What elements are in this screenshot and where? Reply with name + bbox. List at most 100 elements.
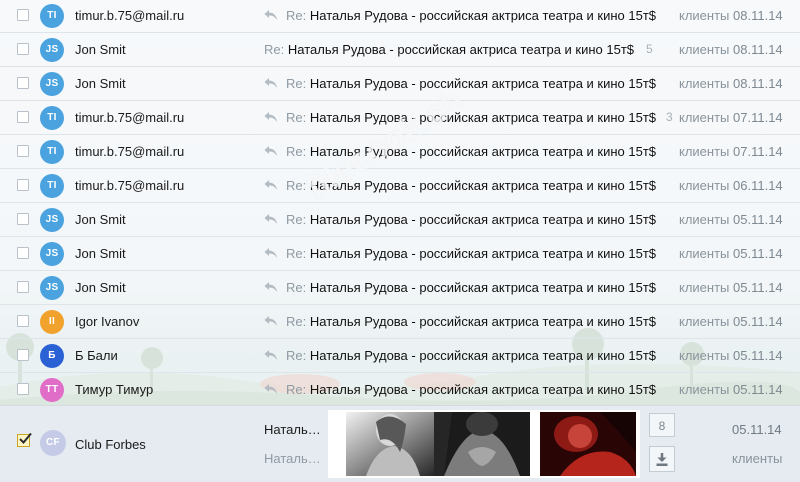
sender-name: Jon Smit xyxy=(75,42,126,57)
avatar: TI xyxy=(40,106,64,130)
sender-name: Jon Smit xyxy=(75,212,126,227)
message-checkbox[interactable] xyxy=(17,111,29,123)
folder-and-date: клиенты 05.11.14 xyxy=(679,382,783,397)
message-subject: Наталья Рудова xyxy=(264,422,322,437)
message-date: 08.11.14 xyxy=(733,76,783,91)
message-checkbox[interactable] xyxy=(17,145,29,157)
subject-text: Наталья Рудова - российская актриса теат… xyxy=(309,76,656,91)
re-prefix: Re: xyxy=(264,42,285,57)
selected-message-row[interactable]: CF Club Forbes Наталья Рудова Наталья Ру… xyxy=(0,405,800,482)
message-checkbox-checked[interactable] xyxy=(17,432,32,447)
subject-text: Наталья Рудова - российская актриса теат… xyxy=(309,314,656,329)
folder-and-date: клиенты 05.11.14 xyxy=(679,212,783,227)
subject-text: Наталья Рудова - российская актриса теат… xyxy=(309,382,656,397)
attachment-thumbnail[interactable] xyxy=(434,412,530,476)
folder-and-date: клиенты 08.11.14 xyxy=(679,42,783,57)
message-list: TI timur.b.75@mail.ru Re: Наталья Рудова -… xyxy=(0,0,800,482)
re-prefix: Re: xyxy=(286,348,307,363)
sender-name: Тимур Тимур xyxy=(75,382,154,397)
message-date: 07.11.14 xyxy=(733,144,783,159)
message-checkbox[interactable] xyxy=(17,179,29,191)
thread-count: 5 xyxy=(646,42,653,56)
message-date: 08.11.14 xyxy=(733,8,783,23)
message-subject: Re: Наталья Рудова - российская актриса … xyxy=(286,144,656,159)
message-checkbox[interactable] xyxy=(17,281,29,293)
avatar: TI xyxy=(40,174,64,198)
message-date: 08.11.14 xyxy=(733,42,783,57)
re-prefix: Re: xyxy=(286,382,307,397)
message-subject: Re: Наталья Рудова - российская актриса … xyxy=(286,246,656,261)
avatar: JS xyxy=(40,38,64,62)
folder-and-date: клиенты 08.11.14 xyxy=(679,76,783,91)
message-subject: Re: Наталья Рудова - российская актриса … xyxy=(286,110,656,125)
avatar: TI xyxy=(40,4,64,28)
folder-label: клиенты xyxy=(679,382,730,397)
sender-name: Jon Smit xyxy=(75,76,126,91)
message-row[interactable]: TI timur.b.75@mail.ru Re: Наталья Рудова -… xyxy=(0,169,800,203)
re-prefix: Re: xyxy=(286,110,307,125)
message-subject: Re: Наталья Рудова - российская актриса … xyxy=(286,314,656,329)
folder-and-date: клиенты 05.11.14 xyxy=(679,246,783,261)
subject-text: Наталья Рудова - российская актриса теат… xyxy=(309,178,656,193)
re-prefix: Re: xyxy=(286,212,307,227)
re-prefix: Re: xyxy=(286,76,307,91)
message-row[interactable]: Б Б Бали Re: Наталья Рудова - российская а… xyxy=(0,339,800,373)
sender-name: Club Forbes xyxy=(75,437,146,452)
message-row[interactable]: TI timur.b.75@mail.ru Re: Наталья Рудова -… xyxy=(0,135,800,169)
reply-icon xyxy=(264,350,277,360)
message-date: 07.11.14 xyxy=(733,110,783,125)
message-checkbox[interactable] xyxy=(17,383,29,395)
message-row[interactable]: JS Jon Smit Re: Наталья Рудова - российска… xyxy=(0,237,800,271)
message-checkbox[interactable] xyxy=(17,315,29,327)
folder-label: клиенты xyxy=(679,76,730,91)
download-attachments-button[interactable] xyxy=(649,446,675,472)
subject-text: Наталья Рудова - российская актриса теат… xyxy=(309,110,656,125)
re-prefix: Re: xyxy=(286,178,307,193)
subject-text: Наталья Рудова - российская актриса теат… xyxy=(309,212,656,227)
reply-icon xyxy=(264,10,277,20)
avatar: TI xyxy=(40,140,64,164)
avatar: Б xyxy=(40,344,64,368)
attachment-count-button[interactable]: 8 xyxy=(649,413,675,437)
folder-label: клиенты xyxy=(679,348,730,363)
subject-text: Наталья Рудова - российская актриса теат… xyxy=(309,348,656,363)
message-row[interactable]: TI timur.b.75@mail.ru Re: Наталья Рудова -… xyxy=(0,101,800,135)
message-checkbox[interactable] xyxy=(17,9,29,21)
message-row[interactable]: TT Тимур Тимур Re: Наталья Рудова - россий… xyxy=(0,373,800,407)
message-row[interactable]: TI timur.b.75@mail.ru Re: Наталья Рудова -… xyxy=(0,0,800,33)
message-subject: Re: Наталья Рудова - российская актриса … xyxy=(286,280,656,295)
folder-and-date: клиенты 05.11.14 xyxy=(679,348,783,363)
avatar: JS xyxy=(40,208,64,232)
reply-icon xyxy=(264,214,277,224)
folder-and-date: клиенты 07.11.14 xyxy=(679,144,783,159)
message-row[interactable]: II Igor Ivanov Re: Наталья Рудова - россий… xyxy=(0,305,800,339)
sender-name: timur.b.75@mail.ru xyxy=(75,144,185,159)
message-row[interactable]: JS Jon Smit Re: Наталья Рудова - российска… xyxy=(0,33,800,67)
message-checkbox[interactable] xyxy=(17,43,29,55)
message-subject: Re: Наталья Рудова - российская актриса … xyxy=(286,178,656,193)
attachment-thumbnail[interactable] xyxy=(540,412,636,476)
message-row[interactable]: JS Jon Smit Re: Наталья Рудова - российска… xyxy=(0,67,800,101)
message-checkbox[interactable] xyxy=(17,77,29,89)
message-subject: Re: Наталья Рудова - российская актриса … xyxy=(286,212,656,227)
message-row[interactable]: JS Jon Smit Re: Наталья Рудова - российска… xyxy=(0,203,800,237)
message-date: 05.11.14 xyxy=(733,314,783,329)
checkmark-icon xyxy=(19,432,32,444)
reply-icon xyxy=(264,78,277,88)
attachment-thumbnail[interactable] xyxy=(346,412,442,476)
message-folder: клиенты xyxy=(732,451,783,466)
re-prefix: Re: xyxy=(286,8,307,23)
message-date: 05.11.14 xyxy=(733,246,783,261)
message-checkbox[interactable] xyxy=(17,213,29,225)
folder-label: клиенты xyxy=(679,42,730,57)
photo-thumbnail-1 xyxy=(346,412,442,476)
download-icon xyxy=(656,453,668,466)
folder-and-date: клиенты 06.11.14 xyxy=(679,178,783,193)
re-prefix: Re: xyxy=(286,314,307,329)
message-checkbox[interactable] xyxy=(17,247,29,259)
attachment-previews xyxy=(328,410,640,478)
message-row[interactable]: JS Jon Smit Re: Наталья Рудова - российска… xyxy=(0,271,800,305)
message-checkbox[interactable] xyxy=(17,349,29,361)
sender-name: timur.b.75@mail.ru xyxy=(75,8,185,23)
re-prefix: Re: xyxy=(286,144,307,159)
